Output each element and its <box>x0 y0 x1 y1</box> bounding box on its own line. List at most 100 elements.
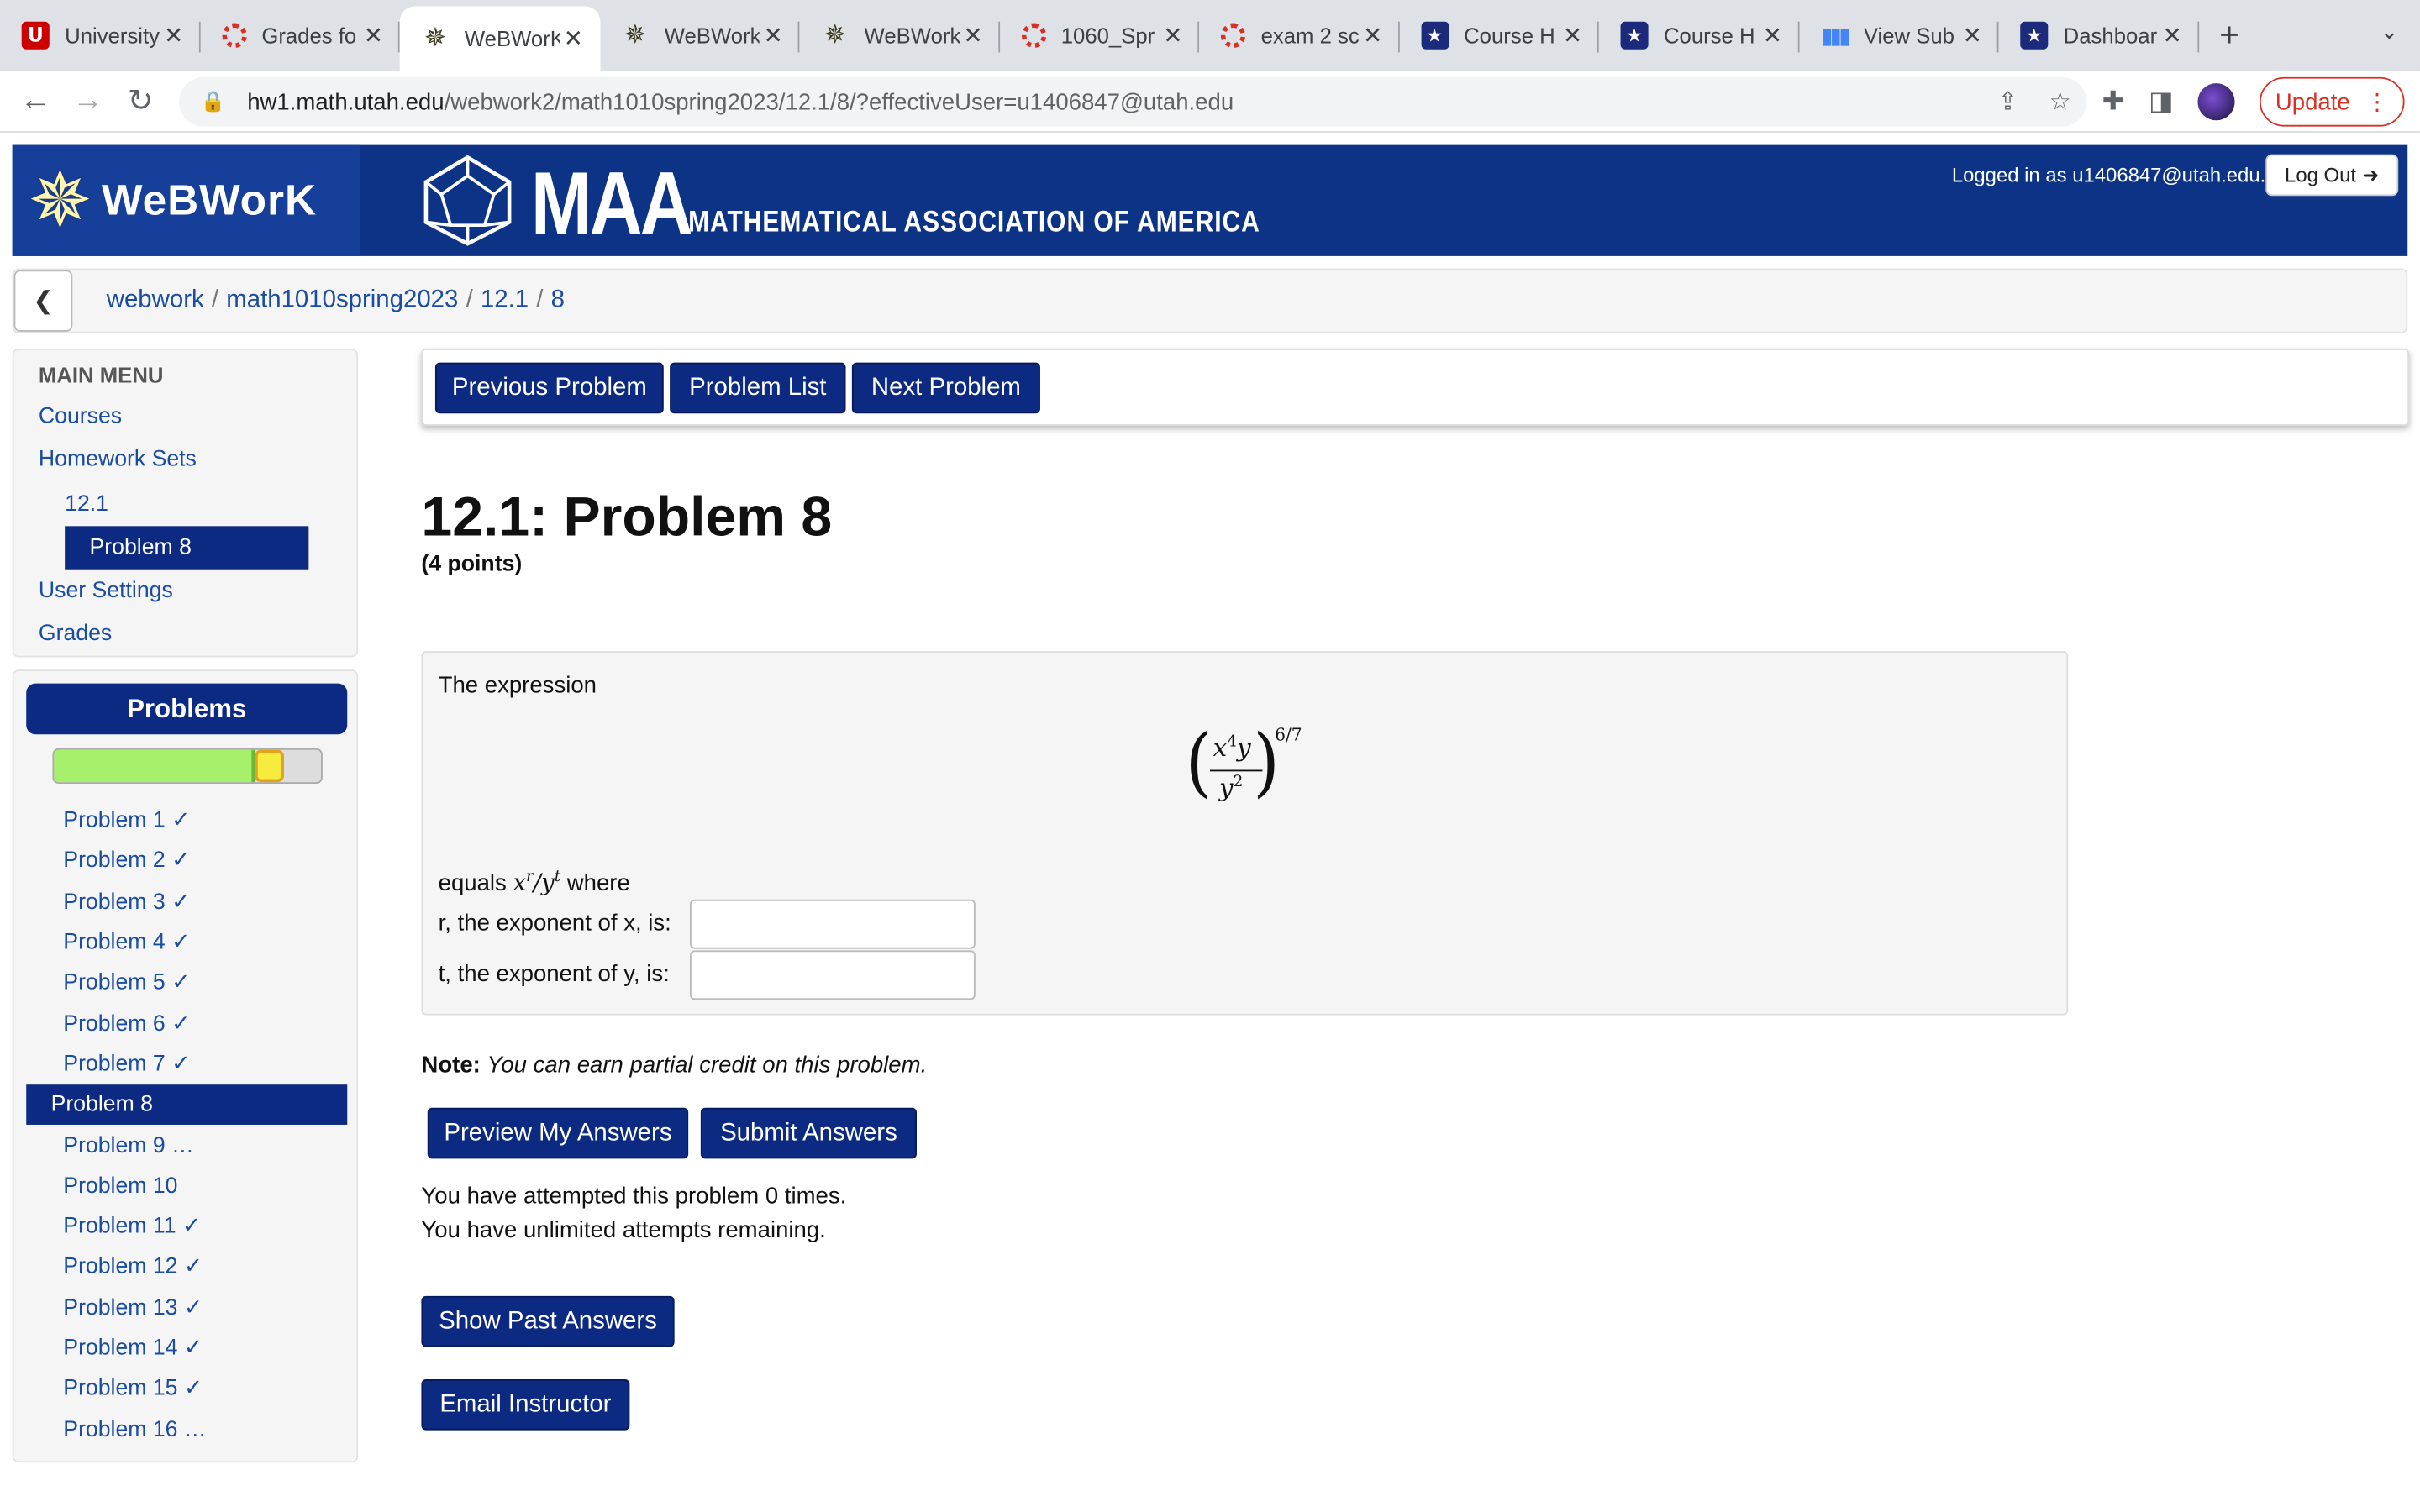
problem-points: (4 points) <box>421 552 523 577</box>
tab-search-chevron-icon[interactable]: ⌄ <box>2381 18 2399 45</box>
problem-list-item[interactable]: Problem 1 ✓ <box>26 801 347 841</box>
breadcrumb-problem[interactable]: 8 <box>551 287 565 313</box>
update-button[interactable]: Update ⋮ <box>2259 76 2405 127</box>
close-icon[interactable]: ✕ <box>1759 22 1786 50</box>
chevron-left-icon[interactable]: ❮ <box>13 270 73 332</box>
logout-button[interactable]: Log Out ➜ <box>2265 154 2399 197</box>
problem-list-item[interactable]: Problem 12 ✓ <box>26 1247 347 1288</box>
next-problem-button[interactable]: Next Problem <box>851 362 1040 414</box>
problem-list-item[interactable]: Problem 10 <box>26 1166 347 1206</box>
browser-tab[interactable]: ▮▮▮ View Sub ✕ <box>1799 6 1999 65</box>
browser-tab[interactable]: ★ Course H ✕ <box>1599 6 1799 65</box>
problem-list-item[interactable]: Problem 2 ✓ <box>26 842 347 882</box>
close-icon[interactable]: ✕ <box>560 24 587 52</box>
preview-answers-button[interactable]: Preview My Answers <box>427 1107 689 1159</box>
browser-tab[interactable]: 1060_Spr ✕ <box>999 6 1200 65</box>
page-title: 12.1: Problem 8 <box>421 484 833 549</box>
tab-title: Course H <box>1464 23 1555 48</box>
problem-list-item[interactable]: Problem 11 ✓ <box>26 1206 347 1247</box>
close-icon[interactable]: ✕ <box>360 22 387 50</box>
share-icon[interactable]: ⇪ <box>1997 87 2018 118</box>
browser-tab[interactable]: ✵ WeBWork ✕ <box>600 6 800 65</box>
tab-title: 1060_Spr <box>1060 23 1155 48</box>
shield-icon: ★ <box>2020 21 2049 50</box>
browser-tab[interactable]: ★ Dashboar ✕ <box>1999 6 2199 65</box>
menu-user-settings-link[interactable]: User Settings <box>39 579 173 603</box>
progress-correct-segment <box>54 749 255 783</box>
submit-answers-button[interactable]: Submit Answers <box>700 1107 917 1159</box>
close-icon[interactable]: ✕ <box>2159 22 2186 50</box>
extensions-puzzle-icon[interactable]: ✚ <box>2102 87 2124 118</box>
close-icon[interactable]: ✕ <box>1359 22 1386 50</box>
browser-tab[interactable]: exam 2 sc ✕ <box>1199 6 1399 65</box>
menu-homework-sets-link[interactable]: Homework Sets <box>39 448 197 472</box>
problem-list-item[interactable]: Problem 16 … <box>26 1410 347 1450</box>
maa-logo[interactable]: MAA MATHEMATICAL ASSOCIATION OF AMERICA <box>420 154 1354 255</box>
problem-list-item[interactable]: Problem 5 ✓ <box>26 963 347 1003</box>
browser-tab[interactable]: ★ Course H ✕ <box>1399 6 1599 65</box>
webwork-logo[interactable]: ✵ WeBWorK <box>12 144 360 256</box>
breadcrumb-set[interactable]: 12.1 <box>481 287 529 313</box>
problem-list-item[interactable]: Problem 9 … <box>26 1126 347 1166</box>
shield-icon: ★ <box>1420 21 1449 50</box>
browser-tab[interactable]: Grades fo ✕ <box>200 6 400 65</box>
problem-list-button[interactable]: Problem List <box>670 362 846 414</box>
browser-tab[interactable]: U University ✕ <box>0 6 200 65</box>
back-arrow-icon[interactable]: ← <box>9 75 61 127</box>
browser-tab[interactable]: ✵ WeBWork ✕ <box>799 6 1000 65</box>
url-path: /webwork2/math1010spring2023/12.1/8/?eff… <box>444 88 1234 115</box>
profile-avatar[interactable] <box>2198 83 2236 121</box>
show-past-answers-button[interactable]: Show Past Answers <box>421 1295 675 1347</box>
logged-in-text: Logged in as u1406847@utah.edu. <box>1951 163 2266 187</box>
problem-list-item[interactable]: Problem 14 ✓ <box>26 1328 347 1368</box>
close-icon[interactable]: ✕ <box>760 22 787 50</box>
canvas-icon <box>221 23 246 48</box>
note-label: Note: <box>421 1052 481 1079</box>
expression-formula: ( x4y y2 ) 6/7 <box>1186 721 1324 813</box>
webwork-star-icon: ✵ <box>623 19 646 50</box>
browser-tab-bar: U University ✕ Grades fo ✕ ✵ WeBWorK ✕ ✵ WeBWork ✕… <box>0 0 2420 71</box>
menu-grades-link[interactable]: Grades <box>39 622 112 646</box>
bookmark-star-icon[interactable]: ☆ <box>2049 87 2071 118</box>
menu-set-link[interactable]: 12.1 <box>65 492 108 517</box>
r-answer-label: r, the exponent of x, is: <box>438 910 671 937</box>
close-icon[interactable]: ✕ <box>1559 22 1586 50</box>
address-bar[interactable]: 🔒 hw1.math.utah.edu/webwork2/math1010spr… <box>179 76 2087 127</box>
kebab-menu-icon: ⋮ <box>2365 89 2389 116</box>
webwork-logo-text: WeBWorK <box>102 176 318 224</box>
reload-icon[interactable]: ↻ <box>114 75 166 127</box>
breadcrumb-webwork[interactable]: webwork <box>107 287 204 313</box>
close-icon[interactable]: ✕ <box>1959 22 1986 50</box>
tab-title: Dashboar <box>2063 23 2158 48</box>
attempts-text: You have attempted this problem 0 times. <box>421 1183 847 1210</box>
t-answer-input[interactable] <box>690 950 976 1000</box>
equals-line: equals xr/yt where <box>438 869 630 897</box>
forward-arrow-icon[interactable]: → <box>61 75 113 127</box>
problem-list-item[interactable]: Problem 4 ✓ <box>26 922 347 963</box>
tab-title: Course H <box>1663 23 1755 48</box>
close-icon[interactable]: ✕ <box>960 22 987 50</box>
breadcrumb-course[interactable]: math1010spring2023 <box>226 287 458 313</box>
r-answer-input[interactable] <box>690 899 976 949</box>
previous-problem-button[interactable]: Previous Problem <box>434 362 664 414</box>
new-tab-plus-icon[interactable]: + <box>2198 6 2260 65</box>
tab-title: View Sub <box>1863 23 1955 48</box>
problem-list-item[interactable]: Problem 6 ✓ <box>26 1004 347 1044</box>
close-icon[interactable]: ✕ <box>160 22 187 50</box>
menu-courses-link[interactable]: Courses <box>39 404 122 428</box>
problem-list-item[interactable]: Problem 13 ✓ <box>26 1288 347 1328</box>
email-instructor-button[interactable]: Email Instructor <box>421 1379 630 1431</box>
close-icon[interactable]: ✕ <box>1159 22 1186 50</box>
problem-list-item[interactable]: Problem 3 ✓ <box>26 882 347 922</box>
formula-numerator: x4y <box>1213 732 1251 763</box>
browser-tab[interactable]: ✵ WeBWorK ✕ <box>399 6 600 71</box>
tab-title: University <box>65 23 160 48</box>
logout-label: Log Out <box>2285 163 2357 187</box>
webwork-star-icon: ✵ <box>424 23 447 53</box>
problem-list-item[interactable]: Problem 15 ✓ <box>26 1368 347 1409</box>
problem-list-item[interactable]: Problem 8 <box>26 1084 348 1126</box>
maa-short-name: MAA <box>530 154 693 255</box>
menu-current-problem[interactable]: Problem 8 <box>65 526 309 570</box>
problem-list-item[interactable]: Problem 7 ✓ <box>26 1044 347 1084</box>
side-panel-icon[interactable]: ◨ <box>2149 87 2174 118</box>
